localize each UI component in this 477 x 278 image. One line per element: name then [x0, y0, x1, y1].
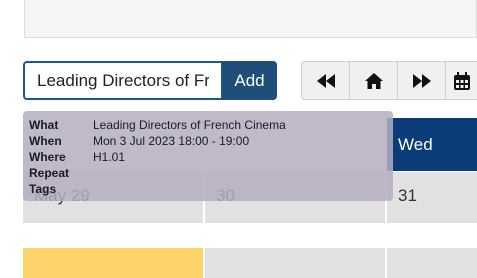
cell-date: 31 — [398, 186, 417, 205]
calendar-cell[interactable] — [205, 248, 385, 278]
day-header-label: Wed — [398, 134, 433, 154]
previous-icon — [316, 73, 335, 88]
previous-button[interactable] — [301, 61, 350, 100]
tooltip-value: Mon 3 Jul 2023 18:00 - 19:00 — [93, 134, 250, 148]
tooltip-value — [93, 165, 387, 181]
quick-add-input[interactable] — [23, 61, 223, 100]
tooltip-value: H1.01 — [93, 150, 126, 164]
calendar-icon — [453, 71, 470, 90]
calendar-cell[interactable]: 31 — [387, 172, 477, 223]
day-header-wed: Wed — [387, 118, 477, 171]
tooltip-row-what: What Leading Directors of French Cinema — [29, 117, 387, 133]
next-button[interactable] — [397, 61, 446, 100]
tooltip-label: Tags — [29, 182, 57, 196]
tooltip-row-when: When Mon 3 Jul 2023 18:00 - 19:00 — [29, 133, 387, 149]
tooltip-value — [93, 181, 387, 197]
calendar-cell-highlighted[interactable] — [23, 248, 203, 278]
tooltip-row-tags: Tags — [29, 181, 387, 197]
home-icon — [364, 72, 383, 89]
home-button[interactable] — [349, 61, 398, 100]
tooltip-label: Repeat — [29, 166, 70, 180]
calendar-cell[interactable] — [387, 248, 477, 278]
tooltip-label: Where — [29, 150, 66, 164]
add-button[interactable]: Add — [222, 61, 277, 100]
tooltip-row-where: Where H1.01 — [29, 149, 387, 165]
top-panel — [24, 0, 477, 38]
calendar-button[interactable] — [445, 61, 477, 100]
event-tooltip: What Leading Directors of French Cinema … — [23, 111, 393, 201]
tooltip-value: Leading Directors of French Cinema — [93, 118, 286, 132]
tooltip-label: What — [29, 118, 59, 132]
tooltip-row-repeat: Repeat — [29, 165, 387, 181]
next-icon — [412, 73, 431, 88]
tooltip-label: When — [29, 134, 62, 148]
